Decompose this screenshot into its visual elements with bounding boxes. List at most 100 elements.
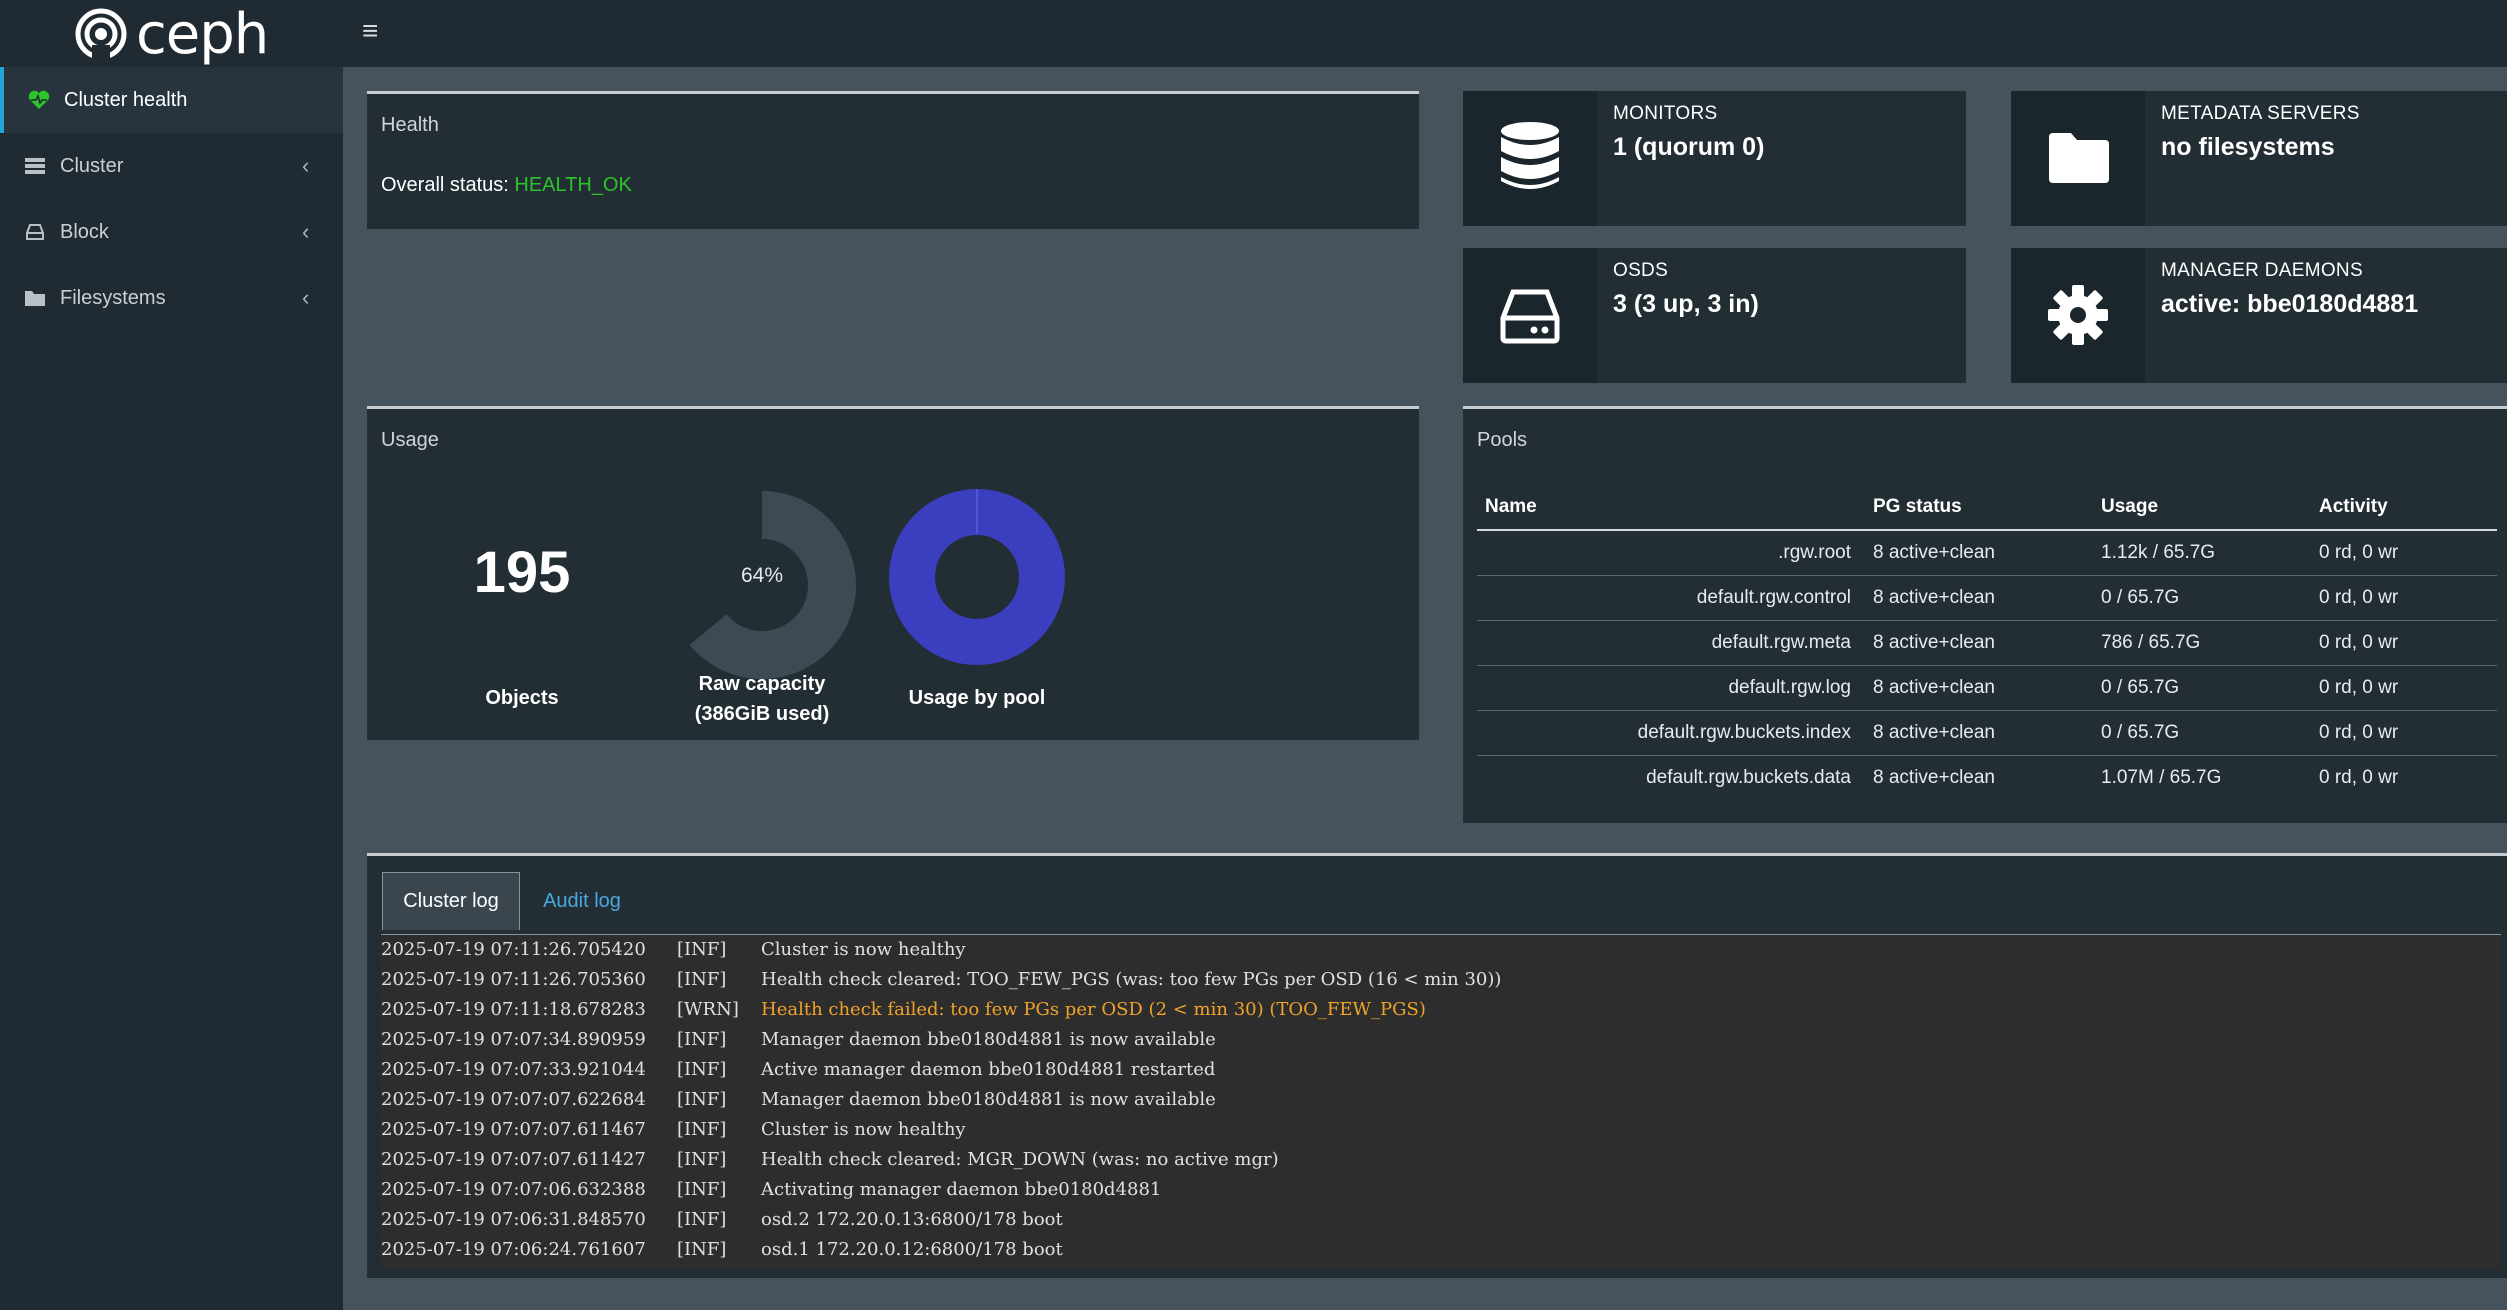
sidebar-item-label: Filesystems	[60, 287, 166, 309]
pool-usage: 1.07M / 65.7G	[2101, 767, 2222, 788]
status-value: HEALTH_OK	[514, 174, 632, 196]
ceph-logo-icon	[75, 8, 127, 61]
log-level: [INF]	[677, 1029, 727, 1050]
monitors-card[interactable]: MONITORS 1 (quorum 0)	[1463, 91, 1966, 226]
managers-icon-box	[2011, 248, 2145, 383]
pool-pg-status: 8 active+clean	[1873, 767, 1995, 788]
table-row: .rgw.root 8 active+clean 1.12k / 65.7G 0…	[1477, 530, 2497, 576]
server-stack-icon	[25, 158, 45, 174]
log-timestamp: 2025-07-19 07:06:31.848570	[381, 1209, 646, 1230]
column-header-pg-status[interactable]: PG status	[1865, 485, 2093, 531]
hard-drive-icon	[1500, 289, 1560, 344]
overall-status: Overall status: HEALTH_OK	[381, 174, 632, 197]
log-level: [INF]	[677, 1089, 727, 1110]
stat-label: MONITORS	[1613, 103, 1718, 124]
stat-value: active: bbe0180d4881	[2161, 290, 2419, 318]
log-level: [INF]	[677, 939, 727, 960]
hamburger-icon[interactable]: ≡	[362, 17, 388, 45]
table-row: default.rgw.control 8 active+clean 0 / 6…	[1477, 575, 2497, 621]
log-timestamp: 2025-07-19 07:07:07.622684	[381, 1089, 646, 1110]
cluster-log-panel[interactable]: 2025-07-19 07:11:26.705420 [INF] Cluster i…	[381, 934, 2501, 1269]
monitors-icon-box	[1463, 91, 1597, 226]
card-title: Health	[381, 114, 439, 136]
log-message: Health check cleared: TOO_FEW_PGS (was: …	[761, 969, 1502, 990]
log-timestamp: 2025-07-19 07:11:18.678283	[381, 999, 646, 1020]
log-message: Activating manager daemon bbe0180d4881	[761, 1179, 1162, 1200]
stat-label: MANAGER DAEMONS	[2161, 260, 2363, 281]
sidebar: Cluster health Cluster ‹ Block ‹ Filesys…	[0, 67, 343, 1310]
pool-activity: 0 rd, 0 wr	[2311, 665, 2497, 711]
pool-name[interactable]: default.rgw.buckets.index	[1477, 710, 1865, 756]
log-message: osd.1 172.20.0.12:6800/178 boot	[761, 1239, 1063, 1260]
pool-activity: 0 rd, 0 wr	[2319, 767, 2399, 788]
ceph-logo[interactable]: ceph	[74, 1, 269, 67]
database-icon	[1501, 122, 1559, 189]
pool-pg-status: 8 active+clean	[1865, 665, 2093, 711]
log-message: Cluster is now healthy	[761, 939, 966, 960]
pool-activity: 0 rd, 0 wr	[2311, 620, 2497, 666]
card-title: Pools	[1477, 429, 1528, 451]
manager-daemons-card[interactable]: MANAGER DAEMONS active: bbe0180d4881	[2011, 248, 2507, 383]
raw-capacity-label-line1: Raw capacity	[698, 673, 826, 695]
card-title: Usage	[381, 429, 439, 451]
top-navbar: ceph ≡	[0, 0, 2507, 67]
log-message: Manager daemon bbe0180d4881 is now avail…	[761, 1089, 1216, 1110]
table-row: default.rgw.meta 8 active+clean 786 / 65…	[1477, 620, 2497, 666]
pool-pg-status: 8 active+clean	[1865, 575, 2093, 621]
sidebar-item-block[interactable]: Block ‹	[0, 199, 343, 265]
pool-usage: 1.12k / 65.7G	[2093, 530, 2311, 576]
column-header-usage[interactable]: Usage	[2093, 485, 2311, 531]
log-timestamp: 2025-07-19 07:07:34.890959	[381, 1029, 646, 1050]
osds-card[interactable]: OSDS 3 (3 up, 3 in)	[1463, 248, 1966, 383]
pool-name[interactable]: default.rgw.control	[1477, 575, 1865, 621]
raw-capacity-label-line2: (386GiB used)	[694, 703, 830, 725]
pool-usage: 0 / 65.7G	[2093, 665, 2311, 711]
stat-label: METADATA SERVERS	[2161, 103, 2360, 124]
column-header-activity[interactable]: Activity	[2311, 485, 2497, 531]
log-timestamp: 2025-07-19 07:11:26.705420	[381, 939, 646, 960]
sidebar-item-filesystems[interactable]: Filesystems ‹	[0, 265, 343, 331]
logo-text: ceph	[136, 1, 269, 67]
table-row: default.rgw.buckets.index 8 active+clean…	[1477, 710, 2497, 756]
raw-capacity-label: Raw capacity (386GiB used)	[647, 669, 877, 729]
sidebar-item-cluster-health[interactable]: Cluster health	[0, 67, 343, 133]
pool-name[interactable]: default.rgw.meta	[1477, 620, 1865, 666]
tab-cluster-log[interactable]: Cluster log	[382, 872, 520, 930]
log-timestamp: 2025-07-19 07:07:07.611427	[381, 1149, 646, 1170]
pool-name[interactable]: default.rgw.buckets.data	[1477, 756, 1865, 801]
log-level: [WRN]	[677, 999, 739, 1020]
stat-label: OSDS	[1613, 260, 1669, 281]
raw-capacity-percent: 64%	[740, 564, 784, 587]
log-level: [INF]	[677, 1149, 727, 1170]
metadata-icon-box	[2011, 91, 2145, 226]
tab-audit-log[interactable]: Audit log	[527, 872, 637, 930]
log-message: Cluster is now healthy	[761, 1119, 966, 1140]
log-level: [INF]	[677, 969, 727, 990]
pool-name[interactable]: .rgw.root	[1477, 530, 1865, 576]
pool-pg-status: 8 active+clean	[1865, 710, 2093, 756]
log-level: [INF]	[677, 1179, 727, 1200]
pool-name[interactable]: default.rgw.log	[1477, 665, 1865, 711]
sidebar-item-cluster[interactable]: Cluster ‹	[0, 133, 343, 199]
status-label: Overall status:	[381, 174, 509, 196]
heart-pulse-icon	[28, 90, 50, 109]
log-message: Active manager daemon bbe0180d4881 resta…	[761, 1059, 1216, 1080]
metadata-servers-card[interactable]: METADATA SERVERS no filesystems	[2011, 91, 2507, 226]
objects-count: 195	[473, 540, 571, 605]
column-header-name[interactable]: Name	[1477, 485, 1865, 531]
table-row: default.rgw.buckets.data 8 active+clean …	[1477, 756, 2497, 801]
health-card: Health Overall status: HEALTH_OK	[367, 91, 1419, 229]
log-timestamp: 2025-07-19 07:07:06.632388	[381, 1179, 646, 1200]
pool-usage: 0 / 65.7G	[2093, 710, 2311, 756]
objects-label: Objects	[485, 687, 559, 709]
log-level: [INF]	[677, 1119, 727, 1140]
pool-activity: 0 rd, 0 wr	[2311, 530, 2497, 576]
gear-icon	[2048, 285, 2108, 345]
osds-icon-box	[1463, 248, 1597, 383]
pool-pg-status: 8 active+clean	[1865, 620, 2093, 666]
table-row: default.rgw.log 8 active+clean 0 / 65.7G…	[1477, 665, 2497, 711]
pool-activity: 0 rd, 0 wr	[2311, 710, 2497, 756]
usage-by-pool-donut[interactable]	[885, 485, 1069, 669]
usage-card: Usage 195 Objects 64% Raw capacity (386G…	[367, 406, 1419, 740]
sidebar-item-label: Block	[60, 221, 109, 243]
